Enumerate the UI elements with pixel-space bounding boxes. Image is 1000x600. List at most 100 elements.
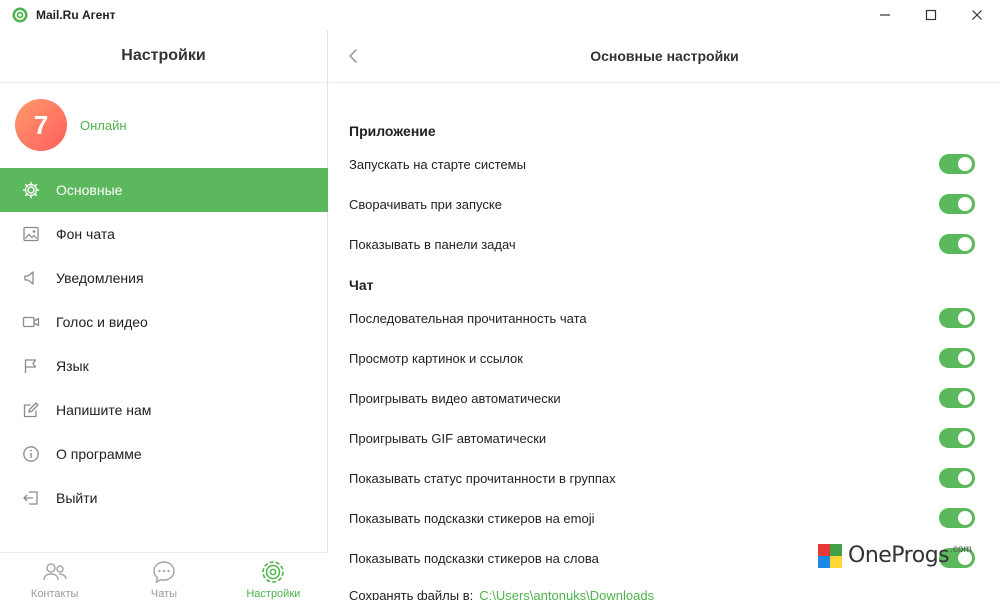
toggle-switch[interactable]: [939, 508, 975, 528]
setting-label: Показывать подсказки стикеров на emoji: [349, 510, 595, 526]
sidebar-item-general[interactable]: Основные: [0, 168, 328, 212]
close-button[interactable]: [954, 0, 1000, 30]
save-files-label: Сохранять файлы в:: [349, 588, 474, 600]
setting-label: Показывать статус прочитанности в группа…: [349, 470, 616, 486]
toggle-switch[interactable]: [939, 348, 975, 368]
sidebar-item-language[interactable]: Язык: [0, 344, 328, 388]
maximize-icon: [925, 9, 937, 21]
oneprogs-logo-icon: [818, 543, 842, 568]
watermark-suffix: .com: [950, 544, 972, 555]
toggle-switch[interactable]: [939, 468, 975, 488]
sidebar-title: Настройки: [0, 30, 327, 83]
info-icon: [22, 445, 40, 463]
toggle-knob: [958, 471, 972, 485]
setting-row: Показывать подсказки стикеров на emoji: [349, 506, 975, 530]
tab-label: Настройки: [246, 588, 301, 600]
close-icon: [972, 10, 982, 20]
sidebar-item-label: Выйти: [56, 490, 98, 506]
tab-contacts[interactable]: Контакты: [0, 553, 109, 600]
sidebar: Настройки 7 Онлайн Основные Фон чата Уве…: [0, 30, 328, 600]
toggle-switch[interactable]: [939, 234, 975, 254]
bottom-nav: Контакты Чаты Настройки: [0, 552, 328, 600]
setting-row: Сворачивать при запуске: [349, 192, 975, 216]
sidebar-item-label: О программе: [56, 446, 142, 462]
gear-icon: [22, 181, 40, 199]
settings-icon: [260, 559, 286, 585]
sidebar-item-about[interactable]: О программе: [0, 432, 328, 476]
save-files-path-link[interactable]: C:\Users\antonuks\Downloads: [479, 588, 654, 600]
toggle-switch[interactable]: [939, 154, 975, 174]
toggle-switch[interactable]: [939, 194, 975, 214]
mail-agent-logo-icon: [12, 7, 28, 23]
logout-icon: [22, 489, 40, 507]
speaker-icon: [22, 269, 40, 287]
chat-bubble-icon: [151, 559, 177, 585]
toggle-knob: [958, 311, 972, 325]
minimize-icon: [880, 14, 890, 16]
setting-row: Проигрывать видео автоматически: [349, 386, 975, 410]
avatar[interactable]: 7: [15, 99, 67, 151]
setting-label: Показывать в панели задач: [349, 236, 516, 252]
setting-row: Запускать на старте системы: [349, 152, 975, 176]
save-files-row: Сохранять файлы в: C:\Users\antonuks\Down…: [349, 588, 654, 600]
tab-label: Чаты: [150, 588, 178, 600]
edit-icon: [22, 401, 40, 419]
main-header: Основные настройки: [329, 30, 1000, 83]
sidebar-item-label: Напишите нам: [56, 402, 152, 418]
toggle-switch[interactable]: [939, 428, 975, 448]
video-icon: [22, 313, 40, 331]
toggle-knob: [958, 157, 972, 171]
setting-label: Последовательная прочитанность чата: [349, 310, 587, 326]
sidebar-item-logout[interactable]: Выйти: [0, 476, 328, 520]
setting-label: Просмотр картинок и ссылок: [349, 350, 523, 366]
back-button[interactable]: [343, 46, 363, 66]
window-controls: [862, 0, 1000, 30]
sidebar-item-label: Язык: [56, 358, 89, 374]
maximize-button[interactable]: [908, 0, 954, 30]
sidebar-item-write-us[interactable]: Напишите нам: [0, 388, 328, 432]
profile: 7 Онлайн: [15, 99, 127, 151]
toggle-knob: [958, 431, 972, 445]
chevron-left-icon: [349, 49, 357, 63]
tab-settings[interactable]: Настройки: [219, 553, 328, 600]
setting-label: Запускать на старте системы: [349, 156, 526, 172]
sidebar-item-notifications[interactable]: Уведомления: [0, 256, 328, 300]
tab-label: Контакты: [30, 588, 79, 600]
main-panel: Основные настройки Приложение Запускать …: [329, 30, 1000, 600]
toggle-knob: [958, 351, 972, 365]
section-title-chat: Чат: [349, 277, 374, 293]
setting-label: Проигрывать GIF автоматически: [349, 430, 547, 446]
watermark: OneProgs .com: [818, 543, 972, 568]
sidebar-item-chat-background[interactable]: Фон чата: [0, 212, 328, 256]
setting-label: Проигрывать видео автоматически: [349, 390, 561, 406]
tab-chats[interactable]: Чаты: [109, 553, 218, 600]
watermark-text: OneProgs: [848, 543, 950, 568]
sidebar-item-label: Фон чата: [56, 226, 115, 242]
setting-row: Проигрывать GIF автоматически: [349, 426, 975, 450]
toggle-switch[interactable]: [939, 308, 975, 328]
status-online[interactable]: Онлайн: [80, 118, 127, 133]
window-title: Mail.Ru Агент: [36, 8, 116, 22]
page-title: Основные настройки: [590, 48, 739, 64]
sidebar-item-label: Основные: [56, 182, 123, 198]
sidebar-item-label: Голос и видео: [56, 314, 148, 330]
sidebar-item-label: Уведомления: [56, 270, 144, 286]
flag-icon: [22, 357, 40, 375]
contacts-icon: [42, 559, 68, 585]
setting-row: Показывать статус прочитанности в группа…: [349, 466, 975, 490]
setting-label: Сворачивать при запуске: [349, 196, 502, 212]
toggle-knob: [958, 237, 972, 251]
toggle-knob: [958, 197, 972, 211]
section-title-app: Приложение: [349, 123, 436, 139]
toggle-knob: [958, 511, 972, 525]
settings-menu: Основные Фон чата Уведомления Голос и ви…: [0, 168, 328, 520]
image-icon: [22, 225, 40, 243]
toggle-knob: [958, 391, 972, 405]
minimize-button[interactable]: [862, 0, 908, 30]
setting-row: Последовательная прочитанность чата: [349, 306, 975, 330]
toggle-switch[interactable]: [939, 388, 975, 408]
setting-row: Просмотр картинок и ссылок: [349, 346, 975, 370]
setting-row: Показывать в панели задач: [349, 232, 975, 256]
sidebar-item-voice-video[interactable]: Голос и видео: [0, 300, 328, 344]
title-bar: Mail.Ru Агент: [0, 0, 1000, 30]
